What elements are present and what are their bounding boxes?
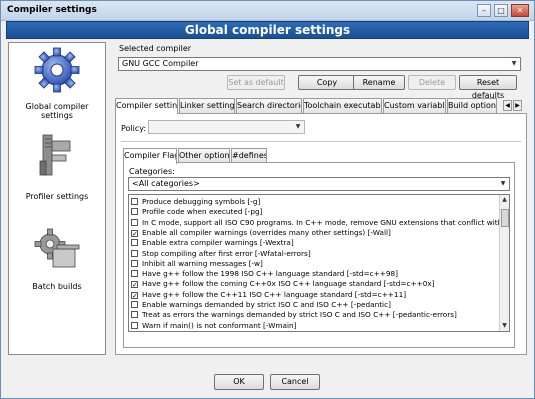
compiler-select[interactable]: GNU GCC Compiler ▼ <box>118 57 521 71</box>
chevron-down-icon: ▼ <box>295 123 301 130</box>
tab-search-directories[interactable]: Search directories <box>236 98 302 113</box>
checkbox-icon[interactable] <box>131 259 138 267</box>
categories-label: Categories: <box>129 167 175 176</box>
panel-item-label: Batch builds <box>32 282 82 291</box>
checkbox-checked-icon[interactable]: ✓ <box>131 281 138 289</box>
panel-item-label: Global compiler settings <box>25 102 89 120</box>
divider <box>121 141 521 142</box>
window-title: Compiler settings <box>7 5 97 15</box>
policy-select[interactable]: ▼ <box>148 120 305 134</box>
page-header: Global compiler settings <box>6 21 529 39</box>
panel-item-global-compiler-settings[interactable]: Global compiler settings <box>9 43 105 120</box>
tab-other-options[interactable]: Other options <box>178 148 230 163</box>
tab-scroll-right-icon[interactable]: ▶ <box>513 100 522 111</box>
flag-label: Have g++ follow the coming C++0x ISO C++… <box>142 279 435 289</box>
scrollbar-thumb[interactable] <box>501 209 509 227</box>
tab-linker-settings[interactable]: Linker settings <box>179 98 235 113</box>
flag-row[interactable]: In C mode, support all ISO C90 programs.… <box>131 217 510 228</box>
flag-row[interactable]: Enable warnings demanded by strict ISO C… <box>131 300 391 310</box>
panel-item-label: Profiler settings <box>25 192 89 201</box>
chevron-down-icon: ▼ <box>500 180 506 187</box>
checkbox-icon[interactable] <box>131 321 138 329</box>
scroll-down-icon[interactable]: ▼ <box>500 321 509 331</box>
compiler-settings-window: Compiler settings – □ ✕ Global compiler … <box>0 0 535 399</box>
tab-scroll-left-icon[interactable]: ◀ <box>503 100 512 111</box>
flag-label: Have g++ follow the C++11 ISO C++ langua… <box>142 289 407 299</box>
tab-custom-variables[interactable]: Custom variables <box>383 98 446 113</box>
compiler-select-value: GNU GCC Compiler <box>122 59 199 68</box>
flag-row[interactable]: Warn if main() is not conformant [-Wmain… <box>131 321 296 331</box>
compiler-flags-list: Produce debugging symbols [-g] Profile co… <box>128 194 510 332</box>
flag-row[interactable]: Enable extra compiler warnings [-Wextra] <box>131 238 294 248</box>
main-tabs: Compiler settings Linker settings Search… <box>115 98 527 114</box>
categories-select-value: <All categories> <box>132 179 200 188</box>
flag-label: Produce debugging symbols [-g] <box>142 197 261 206</box>
title-bar: Compiler settings – □ ✕ <box>1 1 534 21</box>
caliper-icon <box>39 134 71 176</box>
flag-row[interactable]: ✓ Have g++ follow the coming C++0x ISO C+… <box>131 279 435 289</box>
flag-label: Treat as errors the warnings demanded by… <box>142 310 457 320</box>
policy-label: Policy: <box>121 124 147 133</box>
flag-label: Stop compiling after first error [-Wfata… <box>142 248 311 258</box>
tab-compiler-settings[interactable]: Compiler settings <box>115 98 178 114</box>
flag-label: Enable warnings demanded by strict ISO C… <box>142 300 391 309</box>
flag-row[interactable]: ✓ Have g++ follow the C++11 ISO C++ langu… <box>131 290 406 300</box>
flag-label: Enable all compiler warnings (overrides … <box>142 227 391 237</box>
panel-item-batch-builds[interactable]: Batch builds <box>9 221 105 293</box>
flags-scrollbar[interactable]: ▲ ▼ <box>499 195 509 331</box>
checkbox-icon[interactable] <box>131 301 138 308</box>
flag-row[interactable]: Stop compiling after first error [-Wfata… <box>131 249 311 259</box>
chevron-down-icon: ▼ <box>511 60 517 67</box>
rename-button[interactable]: Rename <box>353 75 405 90</box>
checkbox-icon[interactable] <box>131 218 138 226</box>
flag-label: Inhibit all warning messages [-w] <box>142 258 263 268</box>
gears-icon <box>34 228 80 268</box>
flag-label: Warn if main() is not conformant [-Wmain… <box>142 320 297 330</box>
checkbox-icon[interactable] <box>131 208 138 216</box>
gear-icon <box>34 47 80 93</box>
reset-defaults-button[interactable]: Reset defaults <box>459 75 517 100</box>
tab-defines[interactable]: #defines <box>231 148 267 163</box>
flag-label: Have g++ follow the 1998 ISO C++ languag… <box>142 269 399 279</box>
checkbox-icon[interactable] <box>131 239 138 247</box>
scroll-up-icon[interactable]: ▲ <box>500 195 509 205</box>
flag-row[interactable]: Treat as errors the warnings demanded by… <box>131 310 457 320</box>
set-as-default-button[interactable]: Set as default <box>227 75 285 90</box>
checkbox-icon[interactable] <box>131 198 138 205</box>
panel-item-profiler-settings[interactable]: Profiler settings <box>9 127 105 201</box>
tab-compiler-flags[interactable]: Compiler Flags <box>123 148 177 164</box>
close-icon[interactable]: ✕ <box>511 4 529 17</box>
flag-label: In C mode, support all ISO C90 programs.… <box>142 217 510 227</box>
flag-row[interactable]: Inhibit all warning messages [-w] <box>131 259 263 269</box>
flag-label: Enable extra compiler warnings [-Wextra] <box>142 238 294 248</box>
flag-row[interactable]: Have g++ follow the 1998 ISO C++ languag… <box>131 269 398 279</box>
flag-row[interactable]: Profile code when executed [-pg] <box>131 207 262 217</box>
tab-build-options[interactable]: Build options <box>447 98 497 113</box>
selected-compiler-label: Selected compiler <box>119 44 192 53</box>
flag-label: Profile code when executed [-pg] <box>142 207 263 217</box>
category-panel: Global compiler settings Profiler settin… <box>8 42 106 355</box>
cancel-button[interactable]: Cancel <box>270 374 320 390</box>
flag-row[interactable]: Produce debugging symbols [-g] <box>131 197 260 207</box>
checkbox-icon[interactable] <box>131 270 138 278</box>
delete-button[interactable]: Delete <box>408 75 456 90</box>
checkbox-checked-icon[interactable]: ✓ <box>131 229 138 237</box>
flag-row[interactable]: ✓ Enable all compiler warnings (overrides… <box>131 228 391 238</box>
minimize-icon[interactable]: – <box>477 4 491 17</box>
ok-button[interactable]: OK <box>214 374 264 390</box>
sub-tabs: Compiler Flags Other options #defines <box>123 148 323 164</box>
checkbox-icon[interactable] <box>131 311 138 319</box>
page-title: Global compiler settings <box>184 23 351 37</box>
checkbox-checked-icon[interactable]: ✓ <box>131 291 138 299</box>
maximize-icon[interactable]: □ <box>494 4 508 17</box>
categories-select[interactable]: <All categories> ▼ <box>128 177 510 191</box>
copy-button[interactable]: Copy <box>298 75 356 90</box>
tab-toolchain-executables[interactable]: Toolchain executables <box>303 98 382 113</box>
checkbox-icon[interactable] <box>131 249 138 257</box>
